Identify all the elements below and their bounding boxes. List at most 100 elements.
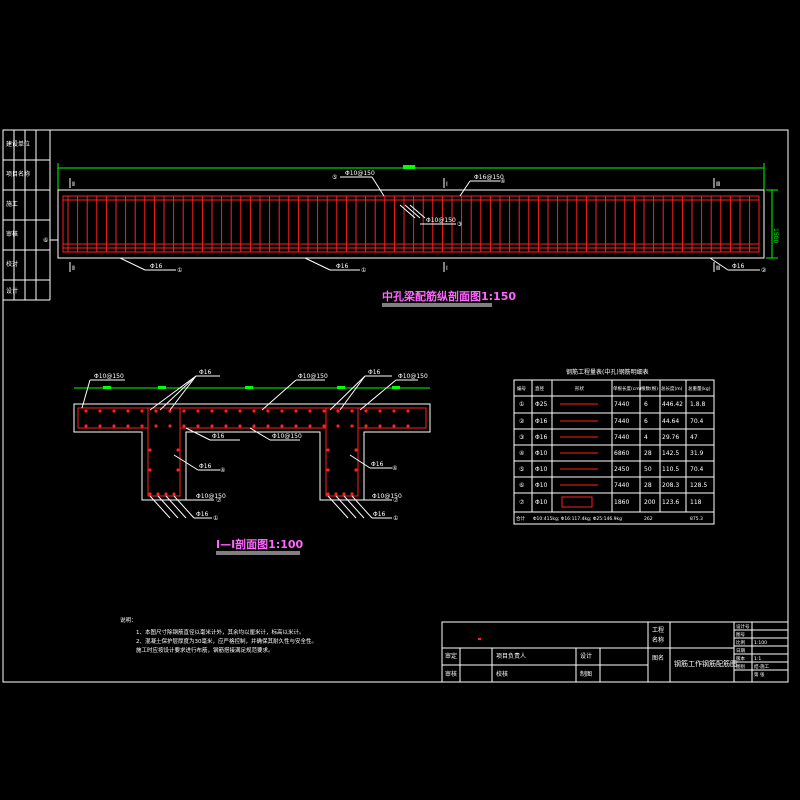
tb-label: 名称: [652, 636, 664, 644]
section-mark: Ⅱ: [72, 181, 75, 188]
rebar-dot: [182, 424, 186, 428]
table-cell: 446.42: [662, 401, 683, 408]
table-cell: 28: [644, 482, 652, 489]
rebar-dot: [406, 424, 410, 428]
rebar-dot: [164, 492, 168, 496]
rebar-dot: [294, 424, 298, 428]
rebar-dot: [148, 492, 152, 496]
table-cell: ④: [519, 450, 524, 457]
rebar-dot: [326, 468, 330, 472]
section-rebar: [77, 407, 427, 497]
rebar-dot: [322, 424, 326, 428]
rebar-label: Φ16: [368, 369, 381, 376]
rebar-label: Φ16: [336, 263, 349, 270]
rebar-dot: [364, 424, 368, 428]
section-outline: [73, 403, 431, 501]
table-cell: 28: [644, 450, 652, 457]
table-cell: 142.5: [662, 450, 679, 457]
table-cell: 123.6: [662, 499, 679, 506]
callout: ④: [392, 465, 397, 472]
rebar-dot: [392, 409, 396, 413]
table-total: Φ10:415kg; Φ16:117.4kg; Φ25:146.9kg: [533, 516, 622, 522]
table-cell: 44.64: [662, 418, 679, 425]
rebar-dot: [126, 424, 130, 428]
tb-right-label: 图别: [736, 663, 745, 670]
table-header: 根数(根): [641, 385, 658, 392]
table-total: 合计: [516, 515, 525, 522]
rebar-dot: [266, 424, 270, 428]
callout: ④: [220, 467, 225, 474]
table-cell: 6: [644, 401, 648, 408]
table-header: 总重量(kg): [688, 385, 711, 392]
table-cell: 70.4: [690, 418, 704, 425]
rebar-dot: [334, 492, 338, 496]
tb-label: 校核: [496, 670, 508, 678]
rebar-dot: [406, 409, 410, 413]
notes-line: 施工时应按设计要求进行布筋，钢筋搭接满足规范要求。: [136, 646, 274, 654]
tb-right-label: 设计号: [736, 623, 750, 630]
tb-right-value: 结-施工: [754, 663, 770, 670]
rebar-dot: [336, 409, 340, 413]
sidebar-label: 项目名称: [6, 170, 30, 178]
table-cell: 200: [644, 499, 656, 506]
rebar-dot: [84, 424, 88, 428]
table-cell: 1.8.8: [690, 401, 705, 408]
table-cell: 7440: [614, 482, 629, 489]
rebar-dot: [196, 409, 200, 413]
rebar-dot: [154, 424, 158, 428]
callout: ①: [361, 267, 366, 274]
rebar-dot: [294, 409, 298, 413]
table-cell: 29.76: [662, 434, 679, 441]
elevation-view: 1500 Ⅱ Ⅱ Ⅰ Ⅰ Ⅲ Ⅲ ⑤ Φ10@150 ④ Φ16@150 ③ Φ…: [43, 163, 779, 307]
rebar-dot: [98, 424, 102, 428]
rebar-label: Φ10@150: [298, 373, 328, 380]
rebar-dot: [196, 424, 200, 428]
table-cell: ①: [519, 401, 524, 408]
section-mark: Ⅲ: [716, 181, 720, 188]
table-cell: 208.3: [662, 482, 679, 489]
table-total: 262: [644, 516, 653, 522]
callout: ⑤: [332, 174, 337, 181]
rebar-dot: [210, 409, 214, 413]
callout: ⑦: [216, 497, 222, 504]
rebar-label: Φ10@150: [94, 373, 124, 380]
rebar-label: Φ10@150: [398, 373, 428, 380]
rebar-label: Φ10@150: [272, 433, 302, 440]
rebar-dot: [350, 409, 354, 413]
callout: ①: [213, 515, 218, 522]
notes-heading: 说明：: [120, 616, 137, 624]
tb-right-value: 1:100: [754, 640, 767, 646]
rebar-dot: [172, 492, 176, 496]
rebar-dot: [266, 409, 270, 413]
elevation-title: 中孔梁配筋纵剖面图1:150: [382, 289, 516, 303]
height-dim: 1500: [772, 228, 779, 243]
table-cell: ⑦: [519, 499, 525, 506]
table-cell: Φ16: [535, 434, 548, 441]
dim-label-total: [403, 165, 415, 169]
rebar-dot: [156, 492, 160, 496]
table-cell: 110.5: [662, 466, 679, 473]
rebar-label: Φ10@150: [345, 170, 375, 177]
rebar-dot: [326, 448, 330, 452]
table-cell: 7440: [614, 418, 629, 425]
table-cell: 6: [644, 418, 648, 425]
notes-line: 1、本图尺寸除钢筋直径以毫米计外，其余均以厘米计，标高以米计。: [136, 628, 305, 636]
callout: ⑦: [393, 497, 399, 504]
table-cell: 4: [644, 434, 648, 441]
rebar-dot: [280, 424, 284, 428]
tb-label: 工程: [652, 626, 664, 634]
notes: 说明： 1、本图尺寸除钢筋直径以毫米计外，其余均以厘米计，标高以米计。 2、混凝…: [120, 616, 317, 654]
tb-label: 图名: [652, 654, 664, 662]
table-cell: ②: [519, 418, 525, 425]
table-cell: ⑥: [519, 482, 524, 489]
rebar-label: Φ16: [212, 433, 225, 440]
tb-label: 审核: [445, 670, 457, 678]
rebar-dot: [148, 448, 152, 452]
sidebar-label: 设计: [6, 287, 18, 295]
rebar-dot: [112, 409, 116, 413]
table-cell: 118: [690, 499, 702, 506]
table-total: 875.3: [690, 516, 703, 522]
rebar-label: Φ16: [199, 463, 212, 470]
table-cell: 47: [690, 434, 698, 441]
rebar-label: Φ16: [196, 511, 209, 518]
